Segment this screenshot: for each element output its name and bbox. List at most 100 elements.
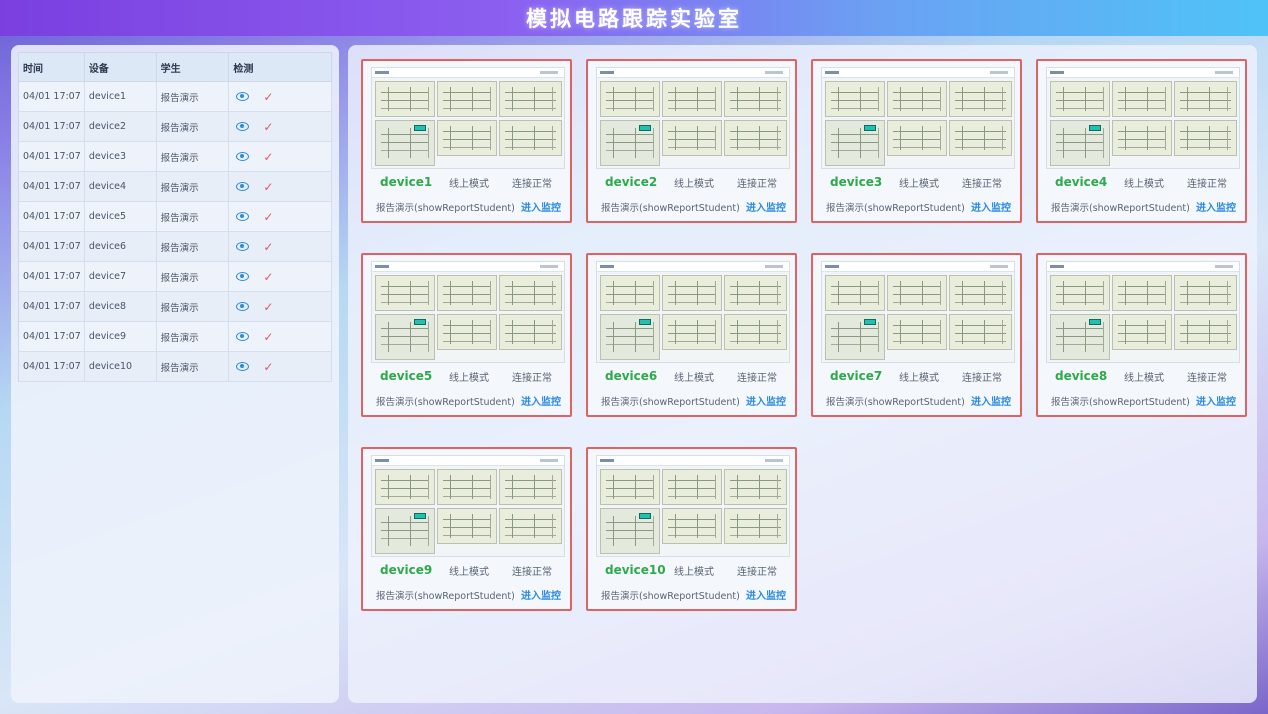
row-time: 04/01 17:07: [18, 231, 85, 262]
thumbnail-header: [597, 68, 789, 78]
enter-monitor-link[interactable]: 进入监控: [1196, 393, 1236, 408]
eye-icon[interactable]: [236, 332, 250, 341]
circuit-module: [949, 81, 1012, 117]
device-screen-thumbnail[interactable]: [1046, 67, 1240, 169]
device-card[interactable]: device9 线上模式 连接正常 报告演示(showReportStudent) 进入…: [361, 447, 572, 611]
meter-display: [864, 125, 876, 131]
connection-status: 连接正常: [512, 373, 552, 384]
device-card[interactable]: device6 线上模式 连接正常 报告演示(showReportStudent) 进入…: [586, 253, 797, 417]
device-screen-thumbnail[interactable]: [1046, 261, 1240, 363]
check-icon: ✓: [263, 149, 274, 164]
circuit-module: [600, 275, 660, 311]
check-icon: ✓: [263, 209, 274, 224]
device-student: 报告演示(showReportStudent): [601, 397, 740, 408]
row-time: 04/01 17:07: [18, 321, 85, 352]
eye-icon[interactable]: [236, 302, 250, 311]
device-card[interactable]: device2 线上模式 连接正常 报告演示(showReportStudent) 进入…: [586, 59, 797, 223]
eye-icon[interactable]: [236, 362, 250, 371]
device-card[interactable]: device7 线上模式 连接正常 报告演示(showReportStudent) 进入…: [811, 253, 1022, 417]
thumbnail-header: [1047, 68, 1239, 78]
thumbnail-header: [372, 262, 564, 272]
device-screen-thumbnail[interactable]: [371, 261, 565, 363]
connection-status: 连接正常: [737, 179, 777, 190]
check-icon: ✓: [263, 119, 274, 134]
device-screen-thumbnail[interactable]: [596, 261, 790, 363]
thumbnail-logo: [825, 71, 839, 74]
circuit-module: [1174, 275, 1237, 311]
device-card[interactable]: device8 线上模式 连接正常 报告演示(showReportStudent) 进入…: [1036, 253, 1247, 417]
row-student: 报告演示: [156, 81, 230, 112]
device-screen-thumbnail[interactable]: [371, 455, 565, 557]
circuit-module: [499, 81, 562, 117]
eye-icon[interactable]: [236, 182, 250, 191]
device-name: device3: [830, 175, 883, 189]
circuit-module: [375, 508, 435, 554]
thumbnail-menu: [765, 459, 783, 462]
enter-monitor-link[interactable]: 进入监控: [746, 393, 786, 408]
circuit-module: [724, 275, 787, 311]
device-mode: 线上模式: [449, 179, 489, 190]
device-name: device1: [380, 175, 433, 189]
device-name: device4: [1055, 175, 1108, 189]
check-icon: ✓: [263, 179, 274, 194]
thumbnail-header: [1047, 262, 1239, 272]
check-icon: ✓: [263, 299, 274, 314]
thumbnail-menu: [990, 265, 1008, 268]
enter-monitor-link[interactable]: 进入监控: [971, 199, 1011, 214]
enter-monitor-link[interactable]: 进入监控: [521, 393, 561, 408]
device-screen-thumbnail[interactable]: [596, 67, 790, 169]
circuit-module: [375, 275, 435, 311]
device-student: 报告演示(showReportStudent): [826, 397, 965, 408]
meter-display: [639, 319, 651, 325]
device-student: 报告演示(showReportStudent): [376, 203, 515, 214]
row-device: device9: [84, 321, 157, 352]
thumbnail-logo: [1050, 265, 1064, 268]
device-name: device10: [605, 563, 666, 577]
enter-monitor-link[interactable]: 进入监控: [521, 199, 561, 214]
circuit-module: [1174, 81, 1237, 117]
table-row: 04/01 17:07 device4 报告演示 ✓: [18, 171, 332, 202]
connection-status: 连接正常: [962, 179, 1002, 190]
row-detect: ✓: [228, 81, 332, 112]
enter-monitor-link[interactable]: 进入监控: [746, 199, 786, 214]
device-card[interactable]: device3 线上模式 连接正常 报告演示(showReportStudent) 进入…: [811, 59, 1022, 223]
row-student: 报告演示: [156, 291, 230, 322]
thumbnail-logo: [600, 71, 614, 74]
device-screen-thumbnail[interactable]: [821, 261, 1015, 363]
table-row: 04/01 17:07 device1 报告演示 ✓: [18, 81, 332, 112]
device-screen-thumbnail[interactable]: [371, 67, 565, 169]
table-row: 04/01 17:07 device3 报告演示 ✓: [18, 141, 332, 172]
enter-monitor-link[interactable]: 进入监控: [971, 393, 1011, 408]
circuit-module: [499, 469, 562, 505]
eye-icon[interactable]: [236, 122, 250, 131]
device-card[interactable]: device1 线上模式 连接正常 报告演示(showReportStudent) 进入…: [361, 59, 572, 223]
eye-icon[interactable]: [236, 92, 250, 101]
device-screen-thumbnail[interactable]: [821, 67, 1015, 169]
circuit-module: [437, 120, 497, 156]
device-card[interactable]: device4 线上模式 连接正常 报告演示(showReportStudent) 进入…: [1036, 59, 1247, 223]
eye-icon[interactable]: [236, 212, 250, 221]
row-device: device4: [84, 171, 157, 202]
device-screen-thumbnail[interactable]: [596, 455, 790, 557]
thumbnail-header: [372, 68, 564, 78]
device-card[interactable]: device10 线上模式 连接正常 报告演示(showReportStudent) 进…: [586, 447, 797, 611]
eye-icon[interactable]: [236, 152, 250, 161]
eye-icon[interactable]: [236, 272, 250, 281]
connection-status: 连接正常: [737, 373, 777, 384]
enter-monitor-link[interactable]: 进入监控: [746, 587, 786, 602]
circuit-module: [437, 508, 497, 544]
row-time: 04/01 17:07: [18, 201, 85, 232]
circuit-module: [1050, 314, 1110, 360]
check-icon: ✓: [263, 359, 274, 374]
device-card[interactable]: device5 线上模式 连接正常 报告演示(showReportStudent) 进入…: [361, 253, 572, 417]
enter-monitor-link[interactable]: 进入监控: [521, 587, 561, 602]
enter-monitor-link[interactable]: 进入监控: [1196, 199, 1236, 214]
device-mode: 线上模式: [674, 179, 714, 190]
device-name: device7: [830, 369, 883, 383]
device-student: 报告演示(showReportStudent): [826, 203, 965, 214]
row-device: device1: [84, 81, 157, 112]
thumbnail-menu: [1215, 265, 1233, 268]
eye-icon[interactable]: [236, 242, 250, 251]
circuit-module: [499, 314, 562, 350]
thumbnail-logo: [375, 71, 389, 74]
